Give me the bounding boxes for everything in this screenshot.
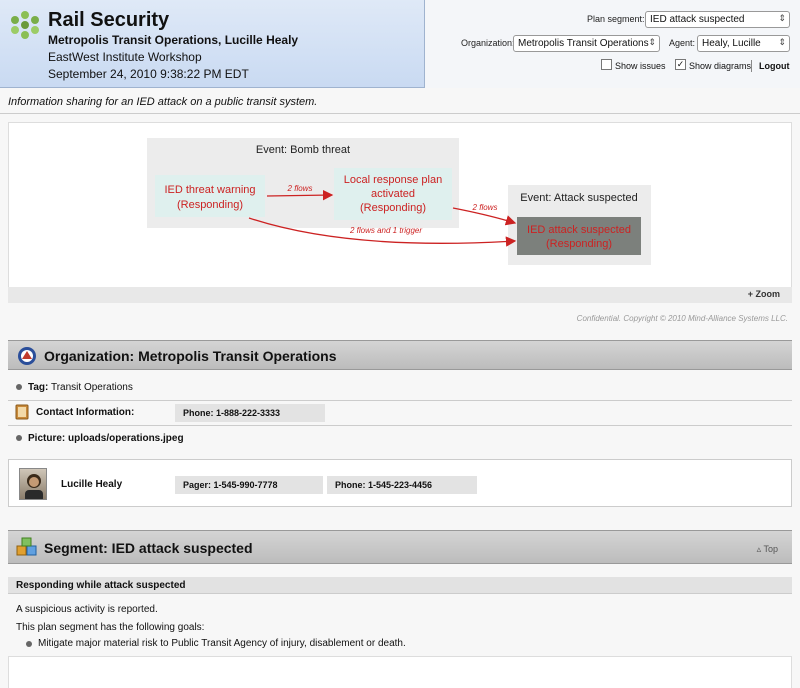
select-arrows-icon: ⇕ (648, 37, 656, 47)
contact-info-label: Contact Information: (36, 407, 135, 418)
edge-warning-to-plan-label: 2 flows (287, 184, 313, 193)
header-user-name: Lucille Healy (224, 33, 299, 47)
tag-row: Tag: Transit Operations (28, 382, 133, 393)
organization-section-title: Organization: Metropolis Transit Operati… (44, 348, 337, 364)
segment-summary: A suspicious activity is reported. (16, 604, 158, 615)
divider (0, 113, 800, 114)
show-diagrams-checkbox[interactable]: ✓ (675, 59, 686, 70)
header-organization: Metropolis Transit Operations, (48, 33, 222, 47)
divider (8, 425, 792, 426)
segment-goals-intro: This plan segment has the following goal… (16, 622, 205, 633)
edge-warning-to-attack-label: 2 flows and 1 trigger (349, 226, 422, 235)
diagram-footer: + Zoom (8, 287, 792, 303)
select-arrows-icon: ⇕ (778, 13, 786, 23)
app-logo-icon (11, 11, 39, 39)
picture-value[interactable]: uploads/operations.jpeg (68, 433, 184, 444)
logout-link[interactable]: Logout (759, 61, 790, 71)
event-label-attack-suspected: Event: Attack suspected (520, 192, 637, 204)
segment-section-header: Segment: IED attack suspected ▵ Top (8, 530, 792, 564)
bullet-icon (16, 384, 22, 390)
goal-item: Mitigate major material risk to Public T… (38, 638, 406, 649)
flow-diagram[interactable]: Event: Bomb threat Event: Attack suspect… (8, 122, 792, 303)
plan-segment-value: IED attack suspected (650, 14, 745, 25)
node-local-response-plan-title: Local response plan (344, 174, 442, 186)
organization-label: Organization: (461, 38, 515, 48)
segment-section-title: Segment: IED attack suspected (44, 540, 253, 556)
address-book-icon (15, 404, 29, 420)
tag-value: Transit Operations (50, 382, 133, 393)
node-ied-attack-suspected-status: (Responding) (546, 238, 612, 250)
flow-diagram-canvas[interactable]: Event: Bomb threat Event: Attack suspect… (9, 123, 793, 288)
picture-label: Picture: (28, 433, 66, 444)
node-ied-attack-suspected-title: IED attack suspected (527, 224, 631, 236)
organization-section-header: Organization: Metropolis Transit Operati… (8, 340, 792, 370)
agent-value: Healy, Lucille (702, 38, 761, 49)
segment-blocks-icon (16, 537, 37, 556)
node-ied-threat-warning-status: (Responding) (177, 199, 243, 211)
arrow-up-icon: ▵ (756, 544, 762, 554)
node-local-response-plan-status: (Responding) (360, 202, 426, 214)
organization-select[interactable]: Metropolis Transit Operations ⇕ (513, 35, 660, 52)
divider (8, 400, 792, 401)
bullet-icon (16, 435, 22, 441)
header-controls: Plan segment: IED attack suspected ⇕ Org… (424, 0, 800, 88)
bullet-icon (26, 641, 32, 647)
agent-pager: Pager: 1-545-990-7778 (175, 476, 323, 494)
copyright-notice: Confidential. Copyright © 2010 Mind-Alli… (576, 314, 788, 323)
separator (751, 60, 752, 72)
picture-row: Picture: uploads/operations.jpeg (28, 433, 184, 444)
show-diagrams-label: Show diagrams (689, 61, 752, 71)
app-header: Rail Security Metropolis Transit Operati… (0, 0, 800, 88)
segment-diagram-preview (8, 656, 792, 688)
plan-segment-select[interactable]: IED attack suspected ⇕ (645, 11, 790, 28)
top-link[interactable]: ▵ Top (757, 544, 778, 555)
app-title: Rail Security (48, 9, 170, 31)
edge-plan-to-attack-label: 2 flows (472, 203, 498, 212)
select-arrows-icon: ⇕ (778, 37, 786, 47)
agent-select[interactable]: Healy, Lucille ⇕ (697, 35, 790, 52)
node-local-response-plan-title-2: activated (371, 188, 415, 200)
user-context: Metropolis Transit Operations, Lucille H… (48, 33, 298, 47)
plan-description: Information sharing for an IED attack on… (8, 96, 318, 108)
zoom-link[interactable]: + Zoom (748, 289, 780, 299)
header-datetime: September 24, 2010 9:38:22 PM EDT (48, 67, 249, 81)
event-label-bomb-threat: Event: Bomb threat (256, 144, 350, 156)
avatar (19, 468, 47, 500)
show-issues-checkbox[interactable] (601, 59, 612, 70)
organization-value: Metropolis Transit Operations (518, 38, 649, 49)
top-link-label: Top (763, 544, 778, 554)
agent-name: Lucille Healy (61, 479, 123, 490)
plan-segment-label: Plan segment: (587, 14, 645, 24)
segment-subheader: Responding while attack suspected (8, 577, 792, 594)
agent-label: Agent: (669, 38, 696, 48)
agent-phone: Phone: 1-545-223-4456 (327, 476, 477, 494)
contact-phone: Phone: 1-888-222-3333 (175, 404, 325, 422)
tag-label: Tag: (28, 382, 49, 393)
node-ied-threat-warning-title: IED threat warning (164, 184, 255, 196)
workshop-name: EastWest Institute Workshop (48, 50, 202, 64)
agent-card: Lucille Healy Pager: 1-545-990-7778 Phon… (8, 459, 792, 507)
organization-emblem-icon (18, 347, 36, 365)
show-issues-label: Show issues (615, 61, 666, 71)
